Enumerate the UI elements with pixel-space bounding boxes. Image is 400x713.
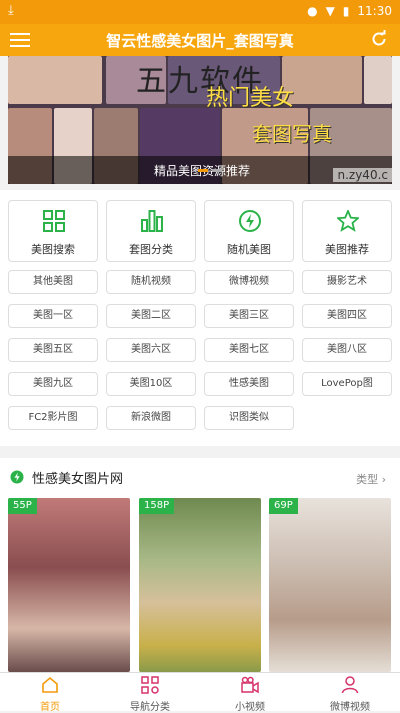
- wifi-icon: ▼: [325, 4, 335, 18]
- category-cell[interactable]: 摄影艺术: [302, 270, 392, 294]
- gallery-card[interactable]: 69P: [269, 498, 391, 672]
- quick-action-label: 套图分类: [129, 243, 173, 256]
- banner-photo: [364, 56, 392, 104]
- home-icon: [42, 676, 58, 693]
- location-icon: ●: [307, 4, 318, 18]
- carousel-indicator: [198, 169, 222, 172]
- category-cell[interactable]: 美图七区: [204, 338, 294, 362]
- category-cell[interactable]: 美图三区: [204, 304, 294, 328]
- photo-count-badge: 55P: [8, 498, 37, 514]
- lightning-icon: [239, 210, 261, 232]
- app-bar: 智云性感美女图片_套图写真: [0, 24, 400, 56]
- tab-category[interactable]: 导航分类: [100, 673, 200, 713]
- person-icon: [341, 676, 359, 694]
- category-cell[interactable]: 性感美图: [204, 372, 294, 396]
- random-image-button[interactable]: 随机美图: [204, 200, 294, 262]
- refresh-icon[interactable]: [370, 30, 388, 48]
- category-cell[interactable]: 美图四区: [302, 304, 392, 328]
- type-filter-label: 类型: [356, 473, 379, 486]
- banner-overlay-text: 套图写真: [252, 122, 332, 146]
- status-time: 11:30: [357, 4, 392, 18]
- category-cell[interactable]: FC2影片图: [8, 406, 98, 430]
- category-panel: 美图搜索 套图分类 随机美图 美图推荐 其他美图 随机视频 微博视频 摄影艺术 …: [0, 190, 400, 446]
- category-cell[interactable]: 其他美图: [8, 270, 98, 294]
- banner-overlay-text: 热门美女: [206, 86, 295, 111]
- banner-carousel[interactable]: 五九软件 热门美女 套图写真 精品美图资源推荐 n.zy40.c: [8, 56, 392, 184]
- category-cell[interactable]: 随机视频: [106, 270, 196, 294]
- lightning-icon: [10, 470, 24, 484]
- battery-icon: ▮: [342, 4, 350, 18]
- category-icon: [141, 676, 159, 694]
- tab-weibo-video[interactable]: 微博视频: [300, 673, 400, 713]
- section-title: 性感美女图片网: [32, 472, 124, 487]
- recommend-button[interactable]: 美图推荐: [302, 200, 392, 262]
- banner-watermark: n.zy40.c: [333, 168, 392, 182]
- category-cell[interactable]: 新浪微图: [106, 406, 196, 430]
- section-header: 性感美女图片网 类型 ›: [0, 458, 400, 496]
- image-search-button[interactable]: 美图搜索: [8, 200, 98, 262]
- category-cell[interactable]: 美图五区: [8, 338, 98, 362]
- category-cell[interactable]: 美图六区: [106, 338, 196, 362]
- set-category-button[interactable]: 套图分类: [106, 200, 196, 262]
- download-icon: ⤓: [8, 3, 14, 18]
- photo-count-badge: 69P: [269, 498, 298, 514]
- video-icon: [241, 676, 259, 694]
- banner-photo: [8, 56, 102, 104]
- quick-action-label: 美图搜索: [31, 243, 75, 256]
- photo-count-badge: 158P: [139, 498, 175, 514]
- tab-short-video[interactable]: 小视频: [200, 673, 300, 713]
- gallery-card[interactable]: 158P: [139, 498, 261, 672]
- tab-home[interactable]: 首页: [0, 673, 100, 713]
- grid-icon: [43, 210, 65, 232]
- category-cell[interactable]: 美图九区: [8, 372, 98, 396]
- bottom-tab-bar: 首页 导航分类 小视频 微博视频: [0, 672, 400, 713]
- star-icon: [337, 210, 359, 232]
- type-filter-link[interactable]: 类型 ›: [356, 471, 386, 487]
- category-cell[interactable]: 美图二区: [106, 304, 196, 328]
- category-cell[interactable]: 美图一区: [8, 304, 98, 328]
- category-cell[interactable]: LovePop图: [302, 372, 392, 396]
- category-cell[interactable]: 美图八区: [302, 338, 392, 362]
- category-cell[interactable]: 微博视频: [204, 270, 294, 294]
- gallery-card[interactable]: 55P: [8, 498, 130, 672]
- quick-action-label: 随机美图: [227, 243, 271, 256]
- page-title: 智云性感美女图片_套图写真: [106, 32, 294, 50]
- gallery-section: 性感美女图片网 类型 › 55P 158P 69P: [0, 458, 400, 672]
- category-cell[interactable]: 识图类似: [204, 406, 294, 430]
- category-cell[interactable]: 美图10区: [106, 372, 196, 396]
- quick-action-label: 美图推荐: [325, 243, 369, 256]
- menu-icon[interactable]: [10, 30, 30, 48]
- bar-chart-icon: [141, 210, 163, 232]
- status-bar: ⤓ ● ▼ ▮ 11:30: [0, 0, 400, 24]
